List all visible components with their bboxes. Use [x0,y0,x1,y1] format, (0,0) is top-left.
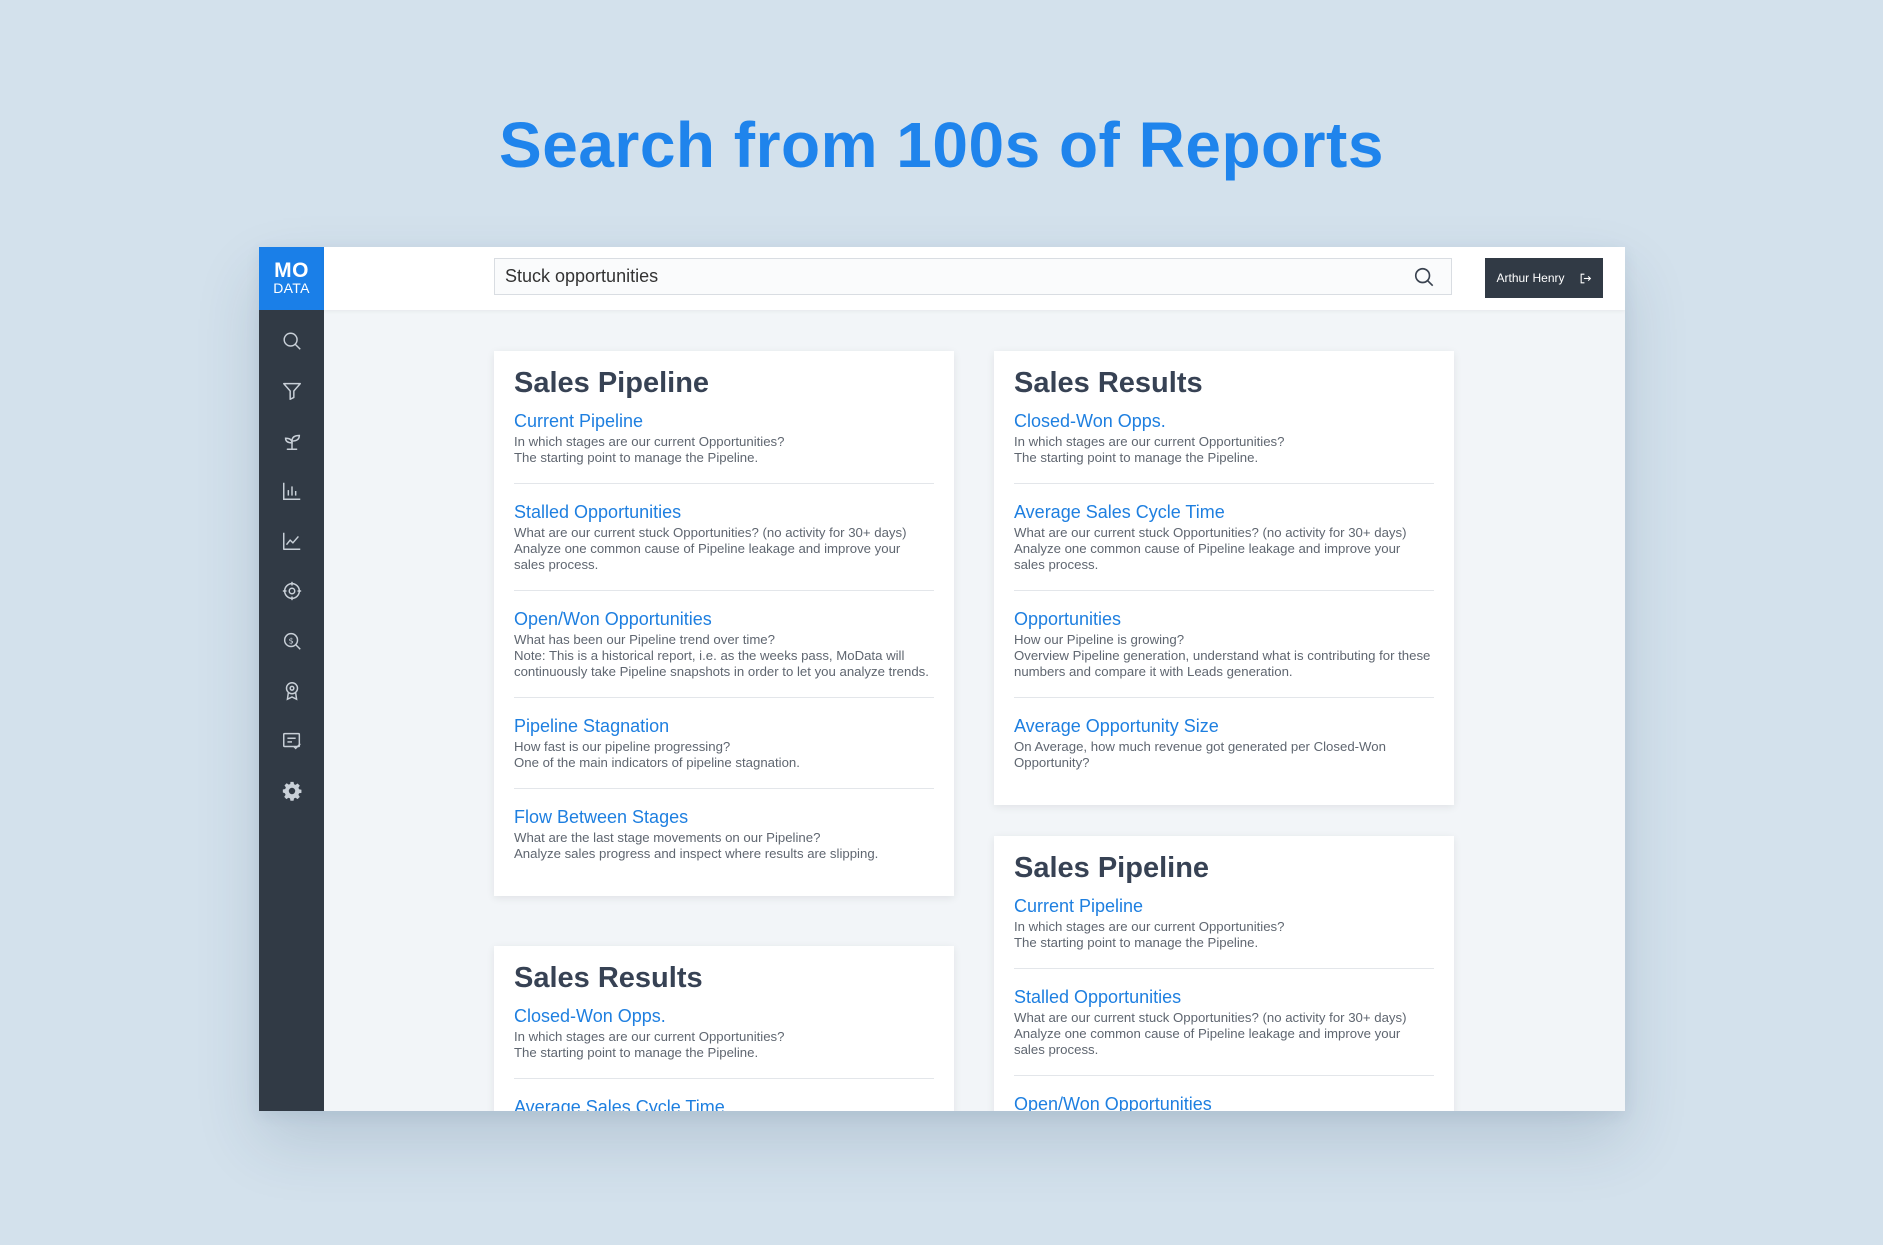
report-link[interactable]: Opportunities [1014,608,1434,630]
report-item: Stalled Opportunities What are our curre… [1014,986,1434,1076]
report-card-sales-results: Sales Results Closed-Won Opps. In which … [494,946,954,1111]
svg-text:$: $ [288,635,293,645]
sidebar-item-filter[interactable] [259,366,324,416]
card-title: Sales Results [1014,367,1203,399]
sidebar-item-line-chart[interactable] [259,516,324,566]
app-window: MO DATA $ Stuck opportunities Arthur Hen… [259,247,1625,1111]
logout-icon [1580,273,1591,283]
line-chart-icon [282,532,300,550]
report-description: What are our current stuck Opportunities… [1014,525,1407,572]
search-input[interactable] [495,259,1395,294]
search-icon[interactable] [1413,266,1435,288]
report-description: In which stages are our current Opportun… [1014,434,1285,465]
report-item: Current Pipeline In which stages are our… [1014,895,1434,969]
report-description: In which stages are our current Opportun… [514,434,785,465]
logo-bottom-text: DATA [273,280,310,296]
top-bar: Arthur Henry [324,247,1625,310]
report-card-sales-pipeline: Sales Pipeline Current Pipeline In which… [494,351,954,896]
report-description: In which stages are our current Opportun… [1014,919,1285,950]
sidebar-item-settings[interactable] [259,766,324,816]
report-description: On Average, how much revenue got generat… [1014,739,1386,770]
sidebar-item-target[interactable] [259,566,324,616]
logo-top-text: MO [274,259,309,282]
report-link[interactable]: Open/Won Opportunities [514,608,934,630]
report-description: How our Pipeline is growing? Overview Pi… [1014,632,1431,679]
report-description: What are the last stage movements on our… [514,830,879,861]
report-item: Average Opportunity Size On Average, how… [1014,715,1434,788]
checklist-icon [282,732,301,750]
report-link[interactable]: Average Opportunity Size [1014,715,1434,737]
sidebar-nav: $ [259,310,324,816]
gear-icon [282,781,301,801]
sidebar-item-growth[interactable] [259,416,324,466]
report-link[interactable]: Stalled Opportunities [514,501,934,523]
report-item: Closed-Won Opps. In which stages are our… [514,1005,934,1079]
sidebar-item-tasks[interactable] [259,716,324,766]
user-name: Arthur Henry [1496,271,1565,285]
report-item: Average Sales Cycle Time [514,1096,934,1111]
report-link[interactable]: Average Sales Cycle Time [1014,501,1434,523]
bar-chart-icon [282,482,300,500]
report-description: What has been our Pipeline trend over ti… [514,632,929,679]
report-description: What are our current stuck Opportunities… [1014,1010,1407,1057]
report-link[interactable]: Pipeline Stagnation [514,715,934,737]
sidebar-item-bar-chart[interactable] [259,466,324,516]
report-item: Current Pipeline In which stages are our… [514,410,934,484]
card-title: Sales Pipeline [514,367,710,399]
card-title: Sales Pipeline [1014,852,1210,884]
report-link[interactable]: Stalled Opportunities [1014,986,1434,1008]
report-item: Closed-Won Opps. In which stages are our… [1014,410,1434,484]
report-item: Open/Won Opportunities What has been our… [514,608,934,698]
report-link[interactable]: Closed-Won Opps. [514,1005,934,1027]
sprout-icon [284,434,300,450]
sidebar-item-awards[interactable] [259,666,324,716]
report-link[interactable]: Average Sales Cycle Time [514,1096,934,1111]
report-card-sales-results: Sales Results Closed-Won Opps. In which … [994,351,1454,805]
report-item: Flow Between Stages What are the last st… [514,806,934,879]
filter-icon [282,382,301,400]
sidebar: MO DATA $ [259,247,324,1111]
report-item: Opportunities How our Pipeline is growin… [1014,608,1434,698]
report-description: How fast is our pipeline progressing? On… [514,739,800,770]
target-icon [282,581,301,601]
report-item: Open/Won Opportunities [1014,1093,1434,1111]
report-link[interactable]: Closed-Won Opps. [1014,410,1434,432]
money-search-icon: $ [283,632,301,650]
report-link[interactable]: Flow Between Stages [514,806,934,828]
report-description: In which stages are our current Opportun… [514,1029,785,1060]
search-box [494,258,1452,295]
page-headline: Search from 100s of Reports [499,109,1384,181]
report-link[interactable]: Current Pipeline [514,410,934,432]
award-icon [285,682,298,701]
report-card-sales-pipeline: Sales Pipeline Current Pipeline In which… [994,836,1454,1111]
user-logout-button[interactable]: Arthur Henry [1485,258,1603,298]
report-item: Pipeline Stagnation How fast is our pipe… [514,715,934,789]
sidebar-item-search[interactable] [259,316,324,366]
search-icon [282,332,301,350]
report-item: Average Sales Cycle Time What are our cu… [1014,501,1434,591]
report-item: Stalled Opportunities What are our curre… [514,501,934,591]
report-link[interactable]: Open/Won Opportunities [1014,1093,1434,1111]
sidebar-item-revenue[interactable]: $ [259,616,324,666]
report-description: What are our current stuck Opportunities… [514,525,907,572]
modata-logo[interactable]: MO DATA [259,247,324,310]
card-title: Sales Results [514,962,703,994]
report-link[interactable]: Current Pipeline [1014,895,1434,917]
